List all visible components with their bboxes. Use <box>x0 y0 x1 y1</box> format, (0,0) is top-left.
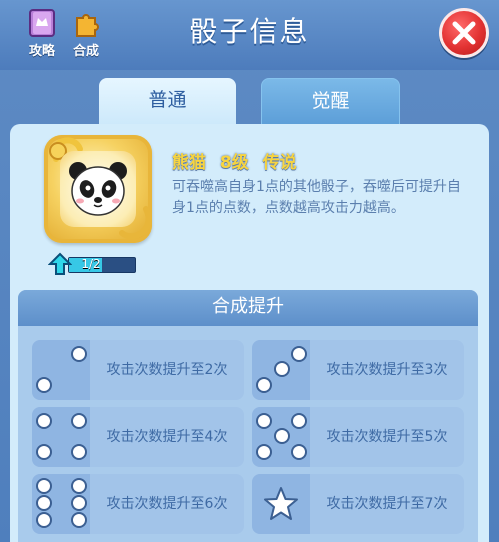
level-progress: 1/2 <box>48 252 136 275</box>
page-title: 骰子信息 <box>189 15 310 48</box>
tab-normal[interactable]: 普通 <box>99 78 236 124</box>
tab-awaken[interactable]: 觉醒 <box>261 78 400 126</box>
dice-info-screen: 攻略 合成 骰子信息 普通 觉醒 1/2 熊猫 8级 传说 可吞噬高自身1点的其… <box>0 0 499 542</box>
upgrade-title: 合成提升 <box>18 290 478 326</box>
upgrade-item-4: 攻击次数提升至4次 <box>32 407 244 467</box>
dice-face-3 <box>252 340 310 400</box>
dice-pip <box>73 348 85 360</box>
close-icon <box>452 21 476 45</box>
close-button[interactable] <box>439 8 489 58</box>
dice-pip <box>38 379 50 391</box>
dice-pip <box>293 446 305 458</box>
header-bar: 攻略 合成 骰子信息 <box>0 0 499 70</box>
upgrade-text: 攻击次数提升至6次 <box>106 496 228 512</box>
dice-description: 可吞噬高自身1点的其他骰子，吞噬后可提升自身1点的点数，点数越高攻击力越高。 <box>172 179 461 216</box>
panda-icon <box>69 162 127 216</box>
dice-pip <box>276 430 288 442</box>
dice-card <box>44 135 152 243</box>
star-icon <box>264 487 298 520</box>
level-track: 1/2 <box>68 257 136 273</box>
upgrade-text: 攻击次数提升至4次 <box>106 429 228 445</box>
dice-face-2 <box>32 340 90 400</box>
dice-face-5 <box>252 407 310 467</box>
upgrade-text: 攻击次数提升至3次 <box>326 362 448 378</box>
dice-pip <box>73 446 85 458</box>
dice-pip <box>38 480 50 492</box>
upgrade-item-3: 攻击次数提升至3次 <box>252 340 464 400</box>
dice-name: 熊猫 8级 传说 <box>172 153 297 173</box>
upgrade-text: 攻击次数提升至5次 <box>326 429 448 445</box>
dice-pip <box>73 497 85 509</box>
upgrade-text: 攻击次数提升至2次 <box>106 362 228 378</box>
dice-pip <box>38 514 50 526</box>
dice-face-6 <box>32 474 90 534</box>
dice-pip <box>73 415 85 427</box>
dice-pip <box>38 446 50 458</box>
dice-face-4 <box>32 407 90 467</box>
dice-pip <box>258 446 270 458</box>
dice-pip <box>293 415 305 427</box>
upgrade-item-2: 攻击次数提升至2次 <box>32 340 244 400</box>
level-text: 1/2 <box>81 257 101 271</box>
dice-pip <box>276 363 288 375</box>
dice-pip <box>38 497 50 509</box>
dice-pip <box>73 514 85 526</box>
tab-bar: 普通 觉醒 <box>0 78 499 126</box>
upgrade-section: 合成提升 攻击次数提升至2次 攻击次数提升至3次 攻击次数提升至4次 攻击次数提… <box>18 290 478 542</box>
upgrade-text: 攻击次数提升至7次 <box>326 496 448 512</box>
dice-pip <box>73 480 85 492</box>
dice-pip <box>258 379 270 391</box>
upgrade-item-5: 攻击次数提升至5次 <box>252 407 464 467</box>
dice-face-7 <box>252 474 310 534</box>
dice-pip <box>293 348 305 360</box>
upgrade-arrow-icon <box>48 252 72 275</box>
dice-pip <box>258 415 270 427</box>
upgrade-item-6: 攻击次数提升至6次 <box>32 474 244 534</box>
dice-pip <box>38 415 50 427</box>
upgrade-item-7: 攻击次数提升至7次 <box>252 474 464 534</box>
